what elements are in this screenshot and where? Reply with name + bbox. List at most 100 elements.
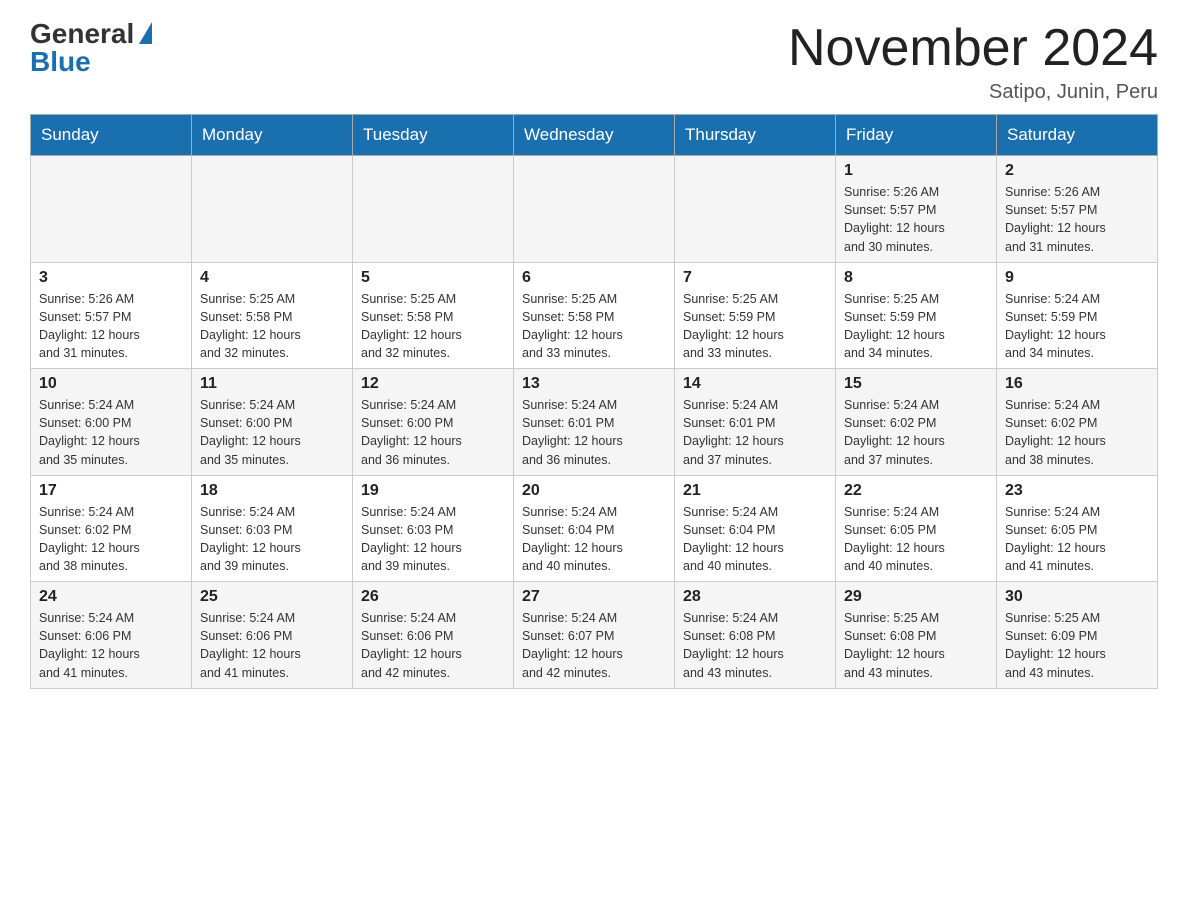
calendar-day-cell [675, 156, 836, 263]
day-number: 21 [683, 482, 827, 500]
day-info: Sunrise: 5:24 AM Sunset: 6:02 PM Dayligh… [844, 396, 988, 469]
day-number: 5 [361, 269, 505, 287]
day-number: 25 [200, 588, 344, 606]
calendar-day-cell: 2 Sunrise: 5:26 AM Sunset: 5:57 PM Daylig… [997, 156, 1158, 263]
day-info: Sunrise: 5:24 AM Sunset: 6:02 PM Dayligh… [39, 503, 183, 576]
calendar-day-cell [353, 156, 514, 263]
day-number: 2 [1005, 162, 1149, 180]
day-number: 8 [844, 269, 988, 287]
calendar-day-cell [514, 156, 675, 263]
calendar-day-cell: 21 Sunrise: 5:24 AM Sunset: 6:04 PM Dayli… [675, 475, 836, 582]
day-number: 4 [200, 269, 344, 287]
calendar-day-cell: 13 Sunrise: 5:24 AM Sunset: 6:01 PM Dayli… [514, 369, 675, 476]
day-info: Sunrise: 5:24 AM Sunset: 6:01 PM Dayligh… [522, 396, 666, 469]
calendar-day-cell: 26 Sunrise: 5:24 AM Sunset: 6:06 PM Dayli… [353, 582, 514, 689]
calendar-day-cell [192, 156, 353, 263]
day-info: Sunrise: 5:25 AM Sunset: 5:59 PM Dayligh… [683, 290, 827, 363]
day-number: 16 [1005, 375, 1149, 393]
calendar-day-cell: 8 Sunrise: 5:25 AM Sunset: 5:59 PM Daylig… [836, 262, 997, 369]
day-info: Sunrise: 5:24 AM Sunset: 6:04 PM Dayligh… [522, 503, 666, 576]
day-number: 19 [361, 482, 505, 500]
day-info: Sunrise: 5:24 AM Sunset: 6:04 PM Dayligh… [683, 503, 827, 576]
calendar-day-cell: 10 Sunrise: 5:24 AM Sunset: 6:00 PM Dayli… [31, 369, 192, 476]
day-number: 13 [522, 375, 666, 393]
day-info: Sunrise: 5:24 AM Sunset: 6:00 PM Dayligh… [361, 396, 505, 469]
logo-general-text: General [30, 20, 134, 48]
day-info: Sunrise: 5:24 AM Sunset: 5:59 PM Dayligh… [1005, 290, 1149, 363]
day-number: 24 [39, 588, 183, 606]
calendar-week-row: 10 Sunrise: 5:24 AM Sunset: 6:00 PM Dayli… [31, 369, 1158, 476]
calendar-day-cell: 12 Sunrise: 5:24 AM Sunset: 6:00 PM Dayli… [353, 369, 514, 476]
month-title: November 2024 [788, 20, 1158, 77]
day-info: Sunrise: 5:25 AM Sunset: 6:09 PM Dayligh… [1005, 609, 1149, 682]
day-number: 26 [361, 588, 505, 606]
page-header: General Blue November 2024 Satipo, Junin… [30, 20, 1158, 104]
calendar-day-cell: 5 Sunrise: 5:25 AM Sunset: 5:58 PM Daylig… [353, 262, 514, 369]
logo-blue-text: Blue [30, 48, 91, 76]
day-of-week-header: Friday [836, 115, 997, 156]
day-info: Sunrise: 5:25 AM Sunset: 5:58 PM Dayligh… [361, 290, 505, 363]
title-section: November 2024 Satipo, Junin, Peru [788, 20, 1158, 104]
calendar-day-cell: 7 Sunrise: 5:25 AM Sunset: 5:59 PM Daylig… [675, 262, 836, 369]
day-info: Sunrise: 5:26 AM Sunset: 5:57 PM Dayligh… [1005, 183, 1149, 256]
calendar-day-cell: 29 Sunrise: 5:25 AM Sunset: 6:08 PM Dayli… [836, 582, 997, 689]
calendar-day-cell: 6Sunrise: 5:25 AM Sunset: 5:58 PM Daylig… [514, 262, 675, 369]
day-info: Sunrise: 5:26 AM Sunset: 5:57 PM Dayligh… [39, 290, 183, 363]
calendar-week-row: 3 Sunrise: 5:26 AM Sunset: 5:57 PM Daylig… [31, 262, 1158, 369]
day-info: Sunrise: 5:25 AM Sunset: 5:59 PM Dayligh… [844, 290, 988, 363]
day-info: Sunrise: 5:24 AM Sunset: 6:00 PM Dayligh… [200, 396, 344, 469]
day-number: 3 [39, 269, 183, 287]
day-number: 11 [200, 375, 344, 393]
day-number: 23 [1005, 482, 1149, 500]
day-of-week-header: Saturday [997, 115, 1158, 156]
calendar-day-cell: 17 Sunrise: 5:24 AM Sunset: 6:02 PM Dayli… [31, 475, 192, 582]
day-number: 28 [683, 588, 827, 606]
day-number: 12 [361, 375, 505, 393]
day-number: 6 [522, 269, 666, 287]
day-of-week-header: Tuesday [353, 115, 514, 156]
calendar-day-cell: 19 Sunrise: 5:24 AM Sunset: 6:03 PM Dayli… [353, 475, 514, 582]
day-info: Sunrise: 5:25 AM Sunset: 5:58 PM Dayligh… [200, 290, 344, 363]
day-info: Sunrise: 5:24 AM Sunset: 6:03 PM Dayligh… [361, 503, 505, 576]
calendar-day-cell: 9 Sunrise: 5:24 AM Sunset: 5:59 PM Daylig… [997, 262, 1158, 369]
location-text: Satipo, Junin, Peru [788, 81, 1158, 104]
day-info: Sunrise: 5:25 AM Sunset: 6:08 PM Dayligh… [844, 609, 988, 682]
day-number: 29 [844, 588, 988, 606]
day-info: Sunrise: 5:24 AM Sunset: 6:02 PM Dayligh… [1005, 396, 1149, 469]
calendar-week-row: 24 Sunrise: 5:24 AM Sunset: 6:06 PM Dayli… [31, 582, 1158, 689]
calendar-day-cell: 4 Sunrise: 5:25 AM Sunset: 5:58 PM Daylig… [192, 262, 353, 369]
calendar-day-cell: 11 Sunrise: 5:24 AM Sunset: 6:00 PM Dayli… [192, 369, 353, 476]
day-info: Sunrise: 5:26 AM Sunset: 5:57 PM Dayligh… [844, 183, 988, 256]
day-of-week-header: Wednesday [514, 115, 675, 156]
day-number: 9 [1005, 269, 1149, 287]
calendar-day-cell: 18Sunrise: 5:24 AM Sunset: 6:03 PM Dayli… [192, 475, 353, 582]
day-of-week-header: Monday [192, 115, 353, 156]
calendar-week-row: 17 Sunrise: 5:24 AM Sunset: 6:02 PM Dayli… [31, 475, 1158, 582]
calendar-day-cell: 14Sunrise: 5:24 AM Sunset: 6:01 PM Dayli… [675, 369, 836, 476]
day-info: Sunrise: 5:24 AM Sunset: 6:06 PM Dayligh… [361, 609, 505, 682]
day-info: Sunrise: 5:24 AM Sunset: 6:01 PM Dayligh… [683, 396, 827, 469]
day-info: Sunrise: 5:24 AM Sunset: 6:07 PM Dayligh… [522, 609, 666, 682]
calendar-day-cell: 28 Sunrise: 5:24 AM Sunset: 6:08 PM Dayli… [675, 582, 836, 689]
day-number: 27 [522, 588, 666, 606]
day-info: Sunrise: 5:24 AM Sunset: 6:00 PM Dayligh… [39, 396, 183, 469]
day-number: 20 [522, 482, 666, 500]
calendar-day-cell: 27 Sunrise: 5:24 AM Sunset: 6:07 PM Dayli… [514, 582, 675, 689]
calendar-table: SundayMondayTuesdayWednesdayThursdayFrid… [30, 114, 1158, 689]
calendar-day-cell [31, 156, 192, 263]
logo: General Blue [30, 20, 152, 76]
day-info: Sunrise: 5:24 AM Sunset: 6:03 PM Dayligh… [200, 503, 344, 576]
day-number: 7 [683, 269, 827, 287]
calendar-day-cell: 25Sunrise: 5:24 AM Sunset: 6:06 PM Dayli… [192, 582, 353, 689]
day-info: Sunrise: 5:24 AM Sunset: 6:05 PM Dayligh… [844, 503, 988, 576]
day-info: Sunrise: 5:24 AM Sunset: 6:08 PM Dayligh… [683, 609, 827, 682]
day-number: 15 [844, 375, 988, 393]
calendar-day-cell: 1 Sunrise: 5:26 AM Sunset: 5:57 PM Daylig… [836, 156, 997, 263]
calendar-day-cell: 15 Sunrise: 5:24 AM Sunset: 6:02 PM Dayli… [836, 369, 997, 476]
calendar-header-row: SundayMondayTuesdayWednesdayThursdayFrid… [31, 115, 1158, 156]
day-number: 1 [844, 162, 988, 180]
day-number: 10 [39, 375, 183, 393]
day-number: 22 [844, 482, 988, 500]
calendar-day-cell: 16 Sunrise: 5:24 AM Sunset: 6:02 PM Dayli… [997, 369, 1158, 476]
day-number: 17 [39, 482, 183, 500]
